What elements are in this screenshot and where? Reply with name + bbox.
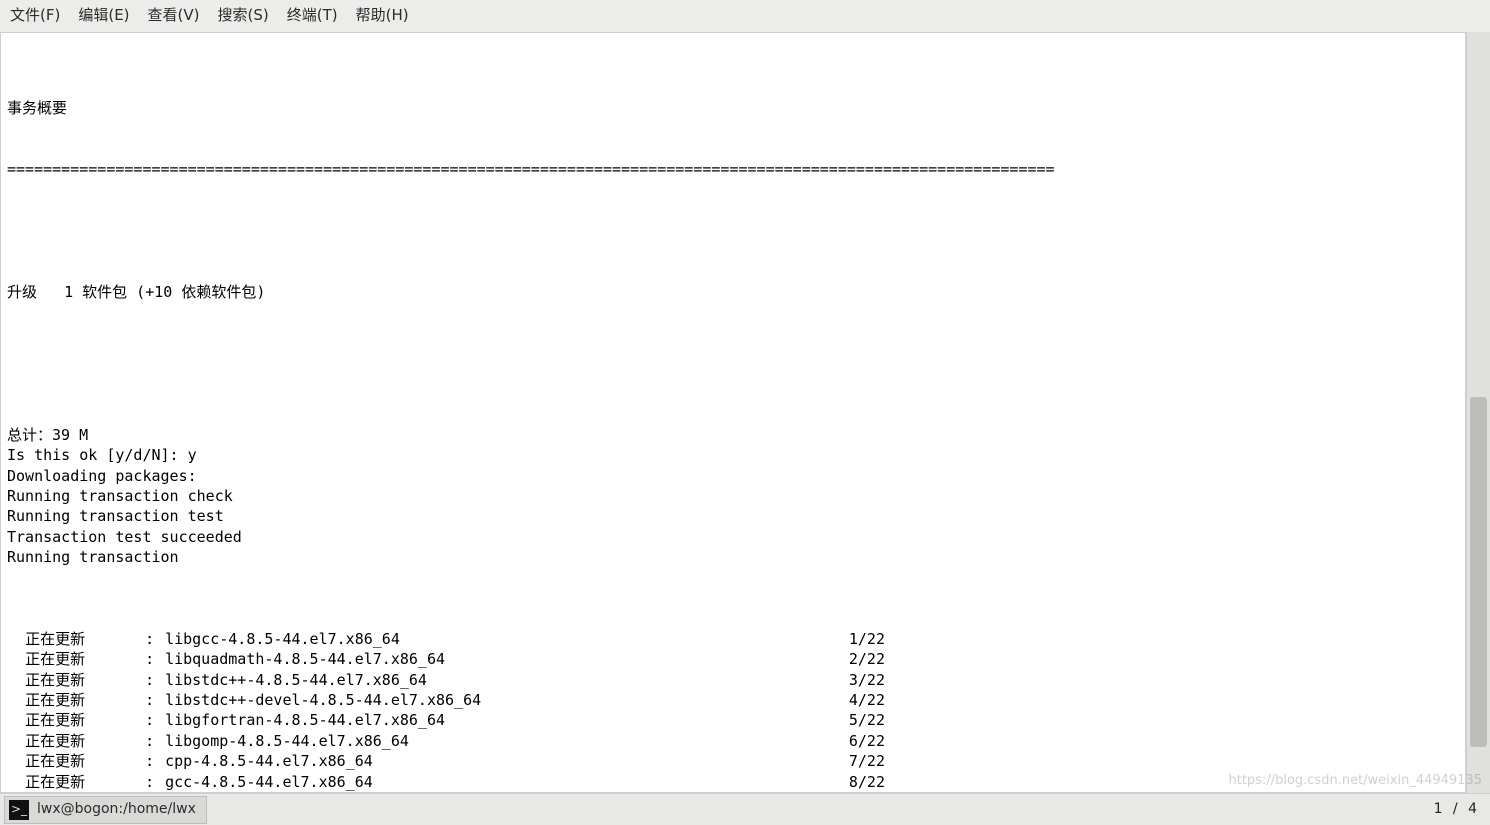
menu-search[interactable]: 搜索(S) [218, 5, 269, 25]
transaction-row: 正在更新: libgfortran-4.8.5-44.el7.x86_64 5/2… [7, 710, 895, 730]
terminal-line: Transaction test succeeded [7, 527, 1459, 547]
terminal-icon: >_ [9, 800, 29, 820]
transaction-row: 正在更新: cpp-4.8.5-44.el7.x86_64 7/22 [7, 751, 895, 771]
transaction-row: 正在更新: libstdc++-devel-4.8.5-44.el7.x86_6… [7, 690, 895, 710]
colon-separator: : [145, 751, 165, 771]
transaction-row: 正在更新: libgcc-4.8.5-44.el7.x86_64 1/22 [7, 629, 895, 649]
separator-line: ========================================… [7, 159, 1459, 179]
menu-view[interactable]: 查看(V) [148, 5, 200, 25]
terminal-line: Downloading packages: [7, 466, 1459, 486]
blank-line [7, 343, 1459, 363]
action-label: 正在更新 [25, 670, 145, 690]
action-label: 正在更新 [25, 772, 145, 792]
package-name: gcc-4.8.5-44.el7.x86_64 [165, 772, 373, 792]
transaction-row: 正在更新: libquadmath-4.8.5-44.el7.x86_64 2/2… [7, 649, 895, 669]
progress-counter: 2/22 [849, 649, 895, 669]
task-terminal-button[interactable]: >_ lwx@bogon:/home/lwx [4, 796, 207, 824]
indent [7, 670, 25, 690]
transaction-row: 正在更新: libstdc++-4.8.5-44.el7.x86_64 3/22 [7, 670, 895, 690]
progress-counter: 3/22 [849, 670, 895, 690]
action-label: 正在更新 [25, 731, 145, 751]
colon-separator: : [145, 670, 165, 690]
progress-counter: 4/22 [849, 690, 895, 710]
package-name: libgcc-4.8.5-44.el7.x86_64 [165, 629, 400, 649]
blank-line [7, 221, 1459, 241]
menubar: 文件(F) 编辑(E) 查看(V) 搜索(S) 终端(T) 帮助(H) [0, 0, 1490, 32]
progress-counter: 1/22 [849, 629, 895, 649]
menu-file[interactable]: 文件(F) [10, 5, 60, 25]
package-name: libquadmath-4.8.5-44.el7.x86_64 [165, 649, 445, 669]
indent [7, 649, 25, 669]
terminal-line: Running transaction [7, 547, 1459, 567]
taskbar: >_ lwx@bogon:/home/lwx 1 / 4 [0, 793, 1490, 825]
workspace-indicator[interactable]: 1 / 4 [1434, 799, 1480, 819]
watermark-text: https://blog.csdn.net/weixin_44949135 [1228, 771, 1482, 791]
colon-separator: : [145, 731, 165, 751]
transaction-row: 正在更新: gcc-4.8.5-44.el7.x86_64 8/22 [7, 772, 895, 792]
action-label: 正在更新 [25, 690, 145, 710]
package-name: libgomp-4.8.5-44.el7.x86_64 [165, 731, 409, 751]
action-label: 正在更新 [25, 751, 145, 771]
progress-counter: 7/22 [849, 751, 895, 771]
terminal-line: Is this ok [y/d/N]: y [7, 445, 1459, 465]
menu-help[interactable]: 帮助(H) [356, 5, 409, 25]
transaction-row: 正在更新: libgomp-4.8.5-44.el7.x86_64 6/22 [7, 731, 895, 751]
transaction-title: 事务概要 [7, 98, 1459, 118]
menu-terminal[interactable]: 终端(T) [287, 5, 338, 25]
scrollbar-thumb[interactable] [1470, 397, 1487, 747]
vertical-scrollbar[interactable] [1466, 32, 1490, 793]
indent [7, 710, 25, 730]
progress-counter: 5/22 [849, 710, 895, 730]
prelude-block: 总计：39 MIs this ok [y/d/N]: yDownloading … [7, 425, 1459, 568]
package-name: libstdc++-4.8.5-44.el7.x86_64 [165, 670, 427, 690]
package-name: cpp-4.8.5-44.el7.x86_64 [165, 751, 373, 771]
colon-separator: : [145, 629, 165, 649]
package-name: libgfortran-4.8.5-44.el7.x86_64 [165, 710, 445, 730]
terminal-pane[interactable]: 事务概要 ===================================… [0, 32, 1466, 793]
indent [7, 731, 25, 751]
colon-separator: : [145, 710, 165, 730]
terminal-line: Running transaction test [7, 506, 1459, 526]
colon-separator: : [145, 772, 165, 792]
colon-separator: : [145, 690, 165, 710]
action-label: 正在更新 [25, 649, 145, 669]
indent [7, 751, 25, 771]
menu-edit[interactable]: 编辑(E) [78, 5, 129, 25]
terminal-line: Running transaction check [7, 486, 1459, 506]
task-label: lwx@bogon:/home/lwx [37, 799, 196, 819]
indent [7, 772, 25, 792]
progress-counter: 6/22 [849, 731, 895, 751]
colon-separator: : [145, 649, 165, 669]
terminal-line: 总计：39 M [7, 425, 1459, 445]
package-name: libstdc++-devel-4.8.5-44.el7.x86_64 [165, 690, 481, 710]
action-label: 正在更新 [25, 629, 145, 649]
indent [7, 629, 25, 649]
action-label: 正在更新 [25, 710, 145, 730]
indent [7, 690, 25, 710]
window: 文件(F) 编辑(E) 查看(V) 搜索(S) 终端(T) 帮助(H) 事务概要… [0, 0, 1490, 825]
upgrade-summary: 升级 1 软件包 (+10 依赖软件包) [7, 282, 1459, 302]
progress-counter: 8/22 [849, 772, 895, 792]
